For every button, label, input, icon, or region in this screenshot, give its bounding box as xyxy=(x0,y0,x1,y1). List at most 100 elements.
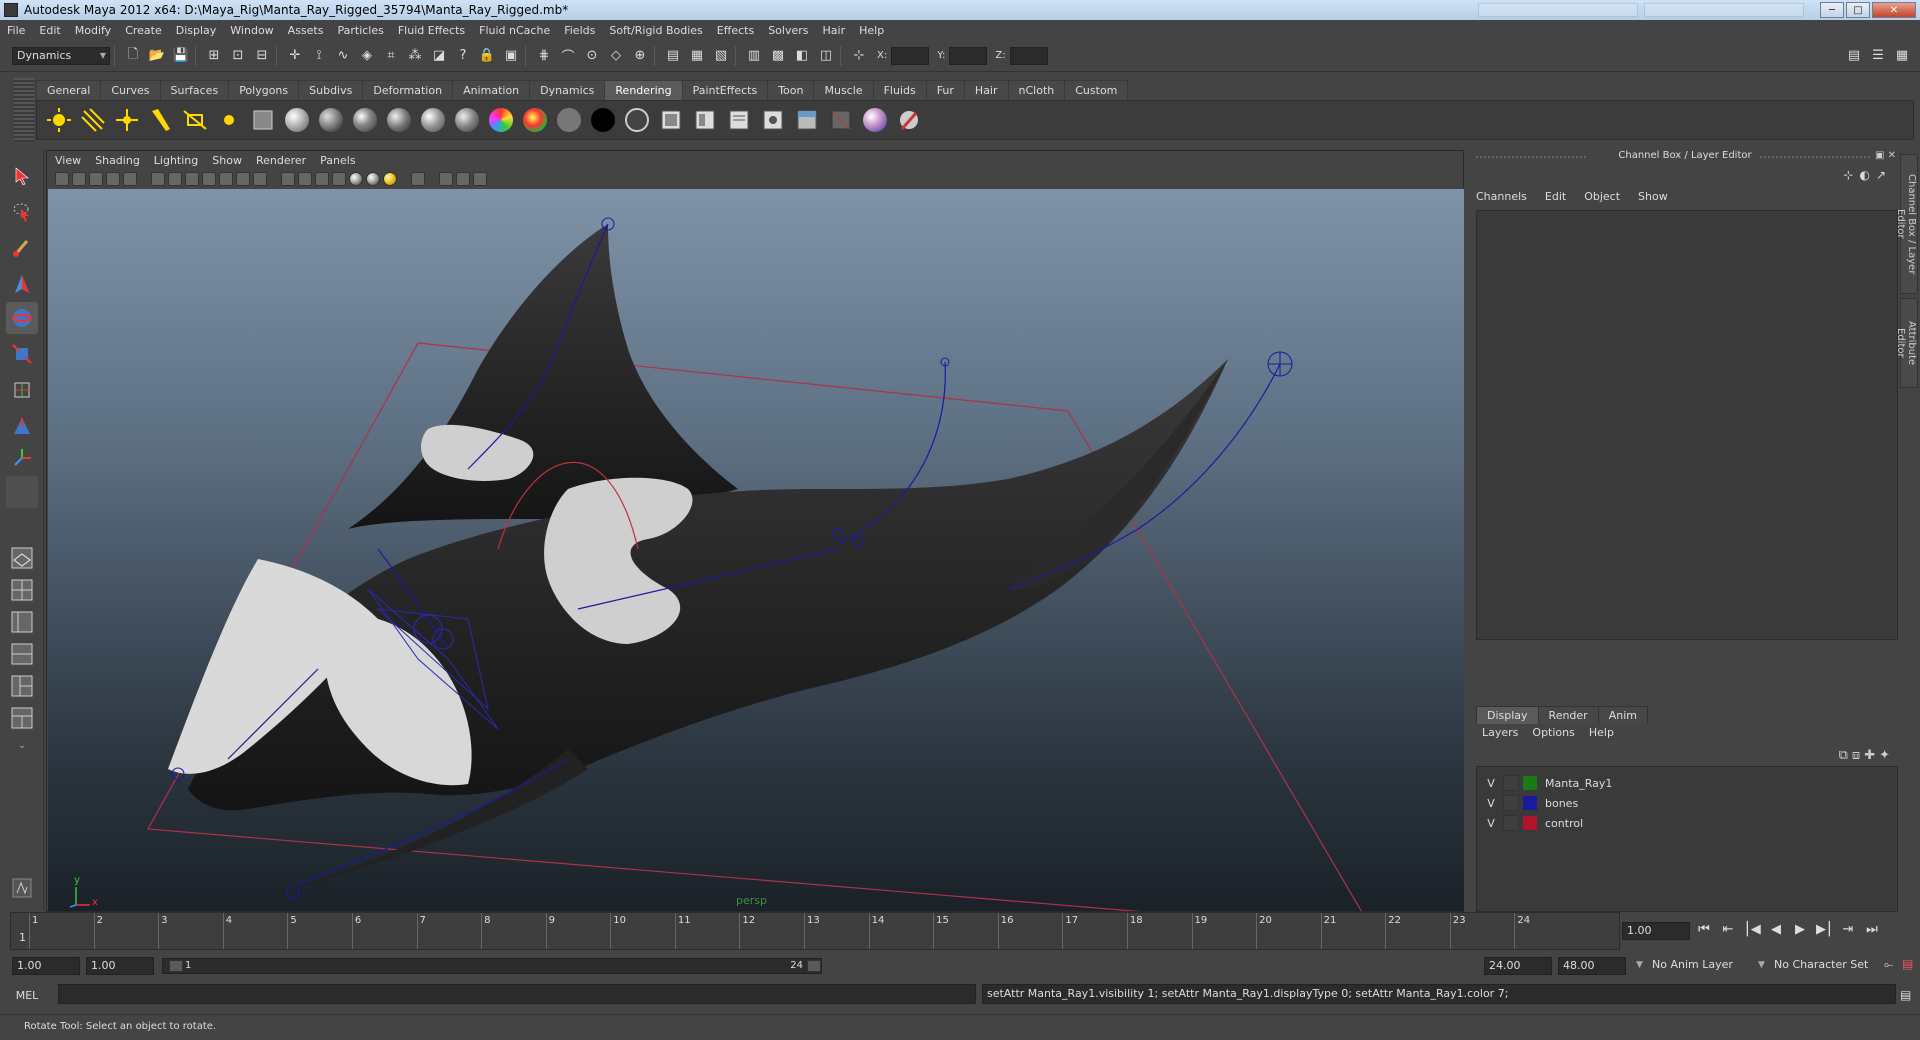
smooth-shade-icon[interactable] xyxy=(298,172,312,186)
grid-icon[interactable] xyxy=(151,172,165,186)
material-lambert-icon[interactable] xyxy=(317,106,345,134)
layer-menu-options[interactable]: Options xyxy=(1532,726,1574,739)
auto-key-icon[interactable]: ⟜ xyxy=(1884,957,1894,972)
volume-light-icon[interactable] xyxy=(215,106,243,134)
highlight-selection-icon[interactable]: ▣ xyxy=(501,46,521,66)
show-hide-icon[interactable]: ◫ xyxy=(816,46,836,66)
playback-end-field[interactable]: 24.00 xyxy=(1484,957,1552,975)
current-time-field[interactable]: 1.00 xyxy=(1622,922,1690,940)
shelf-tab-fluids[interactable]: Fluids xyxy=(872,80,927,100)
menu-display[interactable]: Display xyxy=(169,24,224,37)
menu-solvers[interactable]: Solvers xyxy=(761,24,815,37)
menu-assets[interactable]: Assets xyxy=(281,24,331,37)
script-editor-icon[interactable]: ▤ xyxy=(1900,988,1911,1002)
shelf-tab-custom[interactable]: Custom xyxy=(1064,80,1129,100)
command-input[interactable] xyxy=(58,984,976,1004)
shelf-tab-ncloth[interactable]: nCloth xyxy=(1007,80,1066,100)
new-scene-icon[interactable]: 🗋 xyxy=(123,46,143,66)
side-tab-attribute-editor[interactable]: Attribute Editor xyxy=(1895,298,1918,388)
shelf-grip-handle[interactable] xyxy=(14,78,34,142)
camera-attributes-icon[interactable] xyxy=(72,172,86,186)
close-icon[interactable]: ▣ ✕ xyxy=(1875,150,1896,161)
universal-manipulator-icon[interactable] xyxy=(6,374,38,406)
xray-icon[interactable] xyxy=(439,172,453,186)
maximize-button[interactable]: □ xyxy=(1846,2,1870,18)
z-field[interactable] xyxy=(1009,46,1048,65)
viewport-menu-renderer[interactable]: Renderer xyxy=(256,154,306,167)
shelf-tab-rendering[interactable]: Rendering xyxy=(604,80,683,100)
move-tool-icon[interactable] xyxy=(6,268,38,300)
image-plane-icon[interactable] xyxy=(106,172,120,186)
material-phonge-icon[interactable] xyxy=(385,106,413,134)
lock-selection-icon[interactable]: 🔒 xyxy=(477,46,497,66)
menu-hair[interactable]: Hair xyxy=(816,24,853,37)
snap-to-view-plane-icon[interactable]: ◇ xyxy=(606,46,626,66)
new-layer-from-selected-icon[interactable]: ✦ xyxy=(1879,748,1890,763)
last-tool-slot[interactable] xyxy=(6,476,38,508)
select-by-component-icon[interactable]: ⊟ xyxy=(252,46,272,66)
character-set-dropdown[interactable]: No Character Set xyxy=(1774,958,1886,971)
viewport-menu-panels[interactable]: Panels xyxy=(320,154,355,167)
safe-action-icon[interactable] xyxy=(236,172,250,186)
side-tab-channel-box[interactable]: Channel Box / Layer Editor xyxy=(1895,154,1918,294)
paint-fx-icon[interactable] xyxy=(6,872,38,904)
shelf-tab-polygons[interactable]: Polygons xyxy=(228,80,300,100)
select-by-hierarchy-icon[interactable]: ⊞ xyxy=(204,46,224,66)
render-view-icon[interactable]: ▥ xyxy=(744,46,764,66)
select-camera-icon[interactable] xyxy=(55,172,69,186)
chevron-down-icon[interactable]: ▼ xyxy=(1758,960,1765,970)
shelf-tab-dynamics[interactable]: Dynamics xyxy=(529,80,606,100)
menu-window[interactable]: Window xyxy=(223,24,280,37)
single-perspective-layout-icon[interactable] xyxy=(6,542,38,574)
shadow-matte-icon[interactable] xyxy=(589,106,617,134)
x-field[interactable] xyxy=(891,46,930,65)
hypershade-icon[interactable]: ◧ xyxy=(792,46,812,66)
viewport-menu-shading[interactable]: Shading xyxy=(95,154,140,167)
batch-render-icon[interactable] xyxy=(793,106,821,134)
point-light-icon[interactable] xyxy=(113,106,141,134)
step-forward-key-icon[interactable]: ⇥ xyxy=(1840,922,1856,937)
layer-playback-toggle[interactable] xyxy=(1503,775,1519,791)
persp-graph-outliner-layout-icon[interactable] xyxy=(6,702,38,734)
render-current-frame-icon[interactable] xyxy=(657,106,685,134)
shelf-tab-painteffects[interactable]: PaintEffects xyxy=(681,80,769,100)
chevron-down-icon[interactable]: ▼ xyxy=(1636,960,1643,970)
manipulator-icon[interactable]: ⊹ xyxy=(1843,168,1853,182)
manta-left-wing[interactable] xyxy=(348,224,738,529)
show-manipulator-icon[interactable] xyxy=(6,442,38,474)
viewport-menu-view[interactable]: View xyxy=(55,154,81,167)
channel-menu-show[interactable]: Show xyxy=(1638,190,1668,203)
layer-color-swatch[interactable] xyxy=(1523,776,1537,790)
layer-menu-layers[interactable]: Layers xyxy=(1482,726,1518,739)
end-time-field[interactable]: 48.00 xyxy=(1558,957,1626,975)
channel-menu-object[interactable]: Object xyxy=(1584,190,1620,203)
resolution-gate-icon[interactable] xyxy=(185,172,199,186)
select-rendering-icon[interactable]: ◪ xyxy=(429,46,449,66)
go-to-start-icon[interactable]: ⏮ xyxy=(1696,922,1712,937)
close-button[interactable]: ✕ xyxy=(1872,2,1916,18)
two-d-pan-zoom-icon[interactable] xyxy=(123,172,137,186)
snap-to-grid-icon[interactable]: ⋕ xyxy=(534,46,554,66)
gate-mask-icon[interactable] xyxy=(202,172,216,186)
shelf-tab-hair[interactable]: Hair xyxy=(963,80,1009,100)
shelf-tab-animation[interactable]: Animation xyxy=(452,80,531,100)
layer-color-swatch[interactable] xyxy=(1523,796,1537,810)
go-to-end-icon[interactable]: ⏭ xyxy=(1864,922,1880,937)
high-quality-lighting-icon[interactable] xyxy=(383,172,397,186)
hypershade-persp-layout-icon[interactable] xyxy=(6,670,38,702)
viewport-menu-show[interactable]: Show xyxy=(212,154,242,167)
snap-to-curve-icon[interactable]: ⌒ xyxy=(558,46,578,66)
open-scene-icon[interactable]: 📂 xyxy=(147,46,167,66)
playback-start-field[interactable]: 1.00 xyxy=(86,957,154,975)
new-layer-icon[interactable]: ✚ xyxy=(1864,748,1875,763)
xray-joints-icon[interactable] xyxy=(456,172,470,186)
shelf-tab-curves[interactable]: Curves xyxy=(100,80,161,100)
isolate-select-icon[interactable] xyxy=(411,172,425,186)
preferences-icon[interactable]: ▤ xyxy=(1902,957,1913,971)
move-layer-down-icon[interactable]: ⧈ xyxy=(1852,748,1860,763)
y-field[interactable] xyxy=(949,46,988,65)
bookmarks-icon[interactable] xyxy=(89,172,103,186)
shelf-tab-fur[interactable]: Fur xyxy=(925,80,965,100)
select-by-object-icon[interactable]: ⊡ xyxy=(228,46,248,66)
menu-soft-rigid-bodies[interactable]: Soft/Rigid Bodies xyxy=(602,24,709,37)
